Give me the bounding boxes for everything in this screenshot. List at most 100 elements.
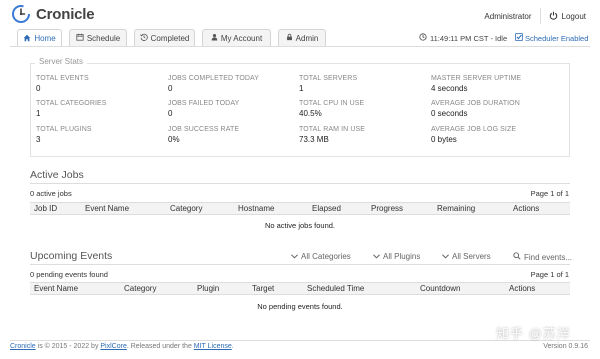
stat-value: 0 xyxy=(36,84,41,93)
stat-value: 4 seconds xyxy=(431,84,468,93)
server-filter[interactable]: All Servers xyxy=(442,252,491,261)
active-jobs-empty-message: No active jobs found. xyxy=(264,221,336,230)
stat-label: Average Job Duration xyxy=(431,100,520,107)
stat-label: Average Job Log Size xyxy=(431,126,517,133)
active-jobs-table-header: Job ID Event Name Category Hostname Elap… xyxy=(30,202,570,215)
column-header: Hostname xyxy=(238,204,275,213)
user-icon xyxy=(211,33,218,43)
chevron-down-icon xyxy=(291,252,298,261)
tab-label: Completed xyxy=(150,33,190,43)
column-header: Target xyxy=(252,284,275,293)
stat-item: Jobs Completed Today 0 xyxy=(168,75,259,93)
stat-label: Total Categories xyxy=(36,100,107,107)
column-header: Category xyxy=(170,204,203,213)
stat-item: Job Success Rate 0% xyxy=(168,126,239,144)
tab-label: Schedule xyxy=(86,33,121,43)
history-icon xyxy=(139,33,148,43)
tab-my-account[interactable]: My Account xyxy=(202,29,271,46)
app-link[interactable]: Cronicle xyxy=(10,343,36,350)
column-header: Elapsed xyxy=(312,204,341,213)
tab-label: Admin xyxy=(295,33,319,43)
clock-icon xyxy=(419,33,427,43)
search-placeholder: Find events... xyxy=(524,252,573,262)
column-header: Progress xyxy=(371,204,404,213)
category-filter[interactable]: All Categories xyxy=(291,252,351,261)
stat-label: Total Events xyxy=(36,75,89,82)
tab-home[interactable]: Home xyxy=(17,29,62,47)
section-divider xyxy=(30,183,570,184)
column-header: Countdown xyxy=(420,284,461,293)
category-filter-label: All Categories xyxy=(301,252,351,261)
logout-label: Logout xyxy=(561,11,586,21)
version-label: Version 0.9.16 xyxy=(543,343,588,350)
lock-icon xyxy=(286,33,293,43)
tab-schedule[interactable]: Schedule xyxy=(69,29,127,46)
footer-text: . xyxy=(231,343,234,350)
stat-item: Master Server Uptime 4 seconds xyxy=(431,75,521,93)
chevron-down-icon xyxy=(442,252,449,261)
footer-text: is © 2015 - 2022 by xyxy=(35,343,101,350)
stat-item: Total RAM in Use 73.3 MB xyxy=(299,126,365,144)
tab-admin[interactable]: Admin xyxy=(278,29,326,46)
stat-label: Job Success Rate xyxy=(168,126,240,133)
stat-item: Average Job Duration 0 seconds xyxy=(431,100,520,118)
stat-label: Total CPU in Use xyxy=(299,100,365,107)
stat-label: Master Server Uptime xyxy=(431,75,522,82)
chevron-down-icon xyxy=(373,252,380,261)
stat-value: 0 bytes xyxy=(431,135,457,144)
stat-item: Total Servers 1 xyxy=(299,75,357,93)
search-icon xyxy=(513,252,521,262)
upcoming-events-empty-message: No pending events found. xyxy=(257,302,343,311)
stat-value: 3 xyxy=(36,135,41,144)
home-icon xyxy=(23,34,31,44)
column-header: Event Name xyxy=(34,284,79,293)
checkbox-checked-icon xyxy=(515,33,523,43)
user-name[interactable]: Administrator xyxy=(484,12,531,21)
active-jobs-pagination: Page 1 of 1 xyxy=(530,189,569,198)
pixlcore-link[interactable]: PixlCore xyxy=(100,343,126,350)
logout-button[interactable]: Logout xyxy=(549,11,586,22)
footer: Cronicle is © 2015 - 2022 by PixlCore. R… xyxy=(10,343,234,350)
server-clock: 11:49:11 PM CST - Idle xyxy=(419,33,507,43)
tab-completed[interactable]: Completed xyxy=(134,29,195,46)
column-header: Remaining xyxy=(437,204,476,213)
column-header: Actions xyxy=(513,204,540,213)
stat-value: 0 xyxy=(168,109,173,118)
watermark: 知乎 @苏洋 xyxy=(496,326,571,341)
clock-logo-icon xyxy=(11,4,31,24)
stat-value: 0 xyxy=(168,84,173,93)
calendar-icon xyxy=(76,33,84,43)
stat-item: Average Job Log Size 0 bytes xyxy=(431,126,516,144)
tab-underline xyxy=(10,46,590,47)
plugin-filter[interactable]: All Plugins xyxy=(373,252,420,261)
column-header: Scheduled Time xyxy=(307,284,365,293)
upcoming-events-table-header: Event Name Category Plugin Target Schedu… xyxy=(30,282,570,295)
header-divider xyxy=(539,8,541,24)
server-filter-label: All Servers xyxy=(452,252,491,261)
upcoming-events-count: 0 pending events found xyxy=(30,270,108,279)
upcoming-events-pagination: Page 1 of 1 xyxy=(530,270,569,279)
stat-label: Jobs Completed Today xyxy=(168,75,260,82)
stat-value: 0% xyxy=(168,135,180,144)
stat-label: Jobs Failed Today xyxy=(168,100,240,107)
event-search[interactable]: Find events... xyxy=(513,252,572,262)
stat-label: Total Servers xyxy=(299,75,358,82)
active-jobs-title: Active Jobs xyxy=(30,169,84,181)
footer-text: . Released under the xyxy=(126,343,194,350)
stat-item: Jobs Failed Today 0 xyxy=(168,100,239,118)
stat-value: 0 seconds xyxy=(431,109,468,118)
active-jobs-count: 0 active jobs xyxy=(30,189,72,198)
stat-label: Total Plugins xyxy=(36,126,92,133)
app-header: Cronicle Administrator Logout xyxy=(0,0,600,28)
server-stats-legend: Server Stats xyxy=(35,57,88,66)
app-logo[interactable]: Cronicle xyxy=(11,4,95,24)
license-link[interactable]: MIT License xyxy=(194,343,232,350)
stat-item: Total Plugins 3 xyxy=(36,126,92,144)
power-icon xyxy=(549,11,558,22)
section-divider xyxy=(30,264,570,265)
tab-label: My Account xyxy=(220,33,263,43)
stat-value: 1 xyxy=(299,84,304,93)
scheduler-toggle[interactable]: Scheduler Enabled xyxy=(515,33,588,43)
scheduler-label: Scheduler Enabled xyxy=(525,33,589,43)
tab-label: Home xyxy=(34,34,56,43)
